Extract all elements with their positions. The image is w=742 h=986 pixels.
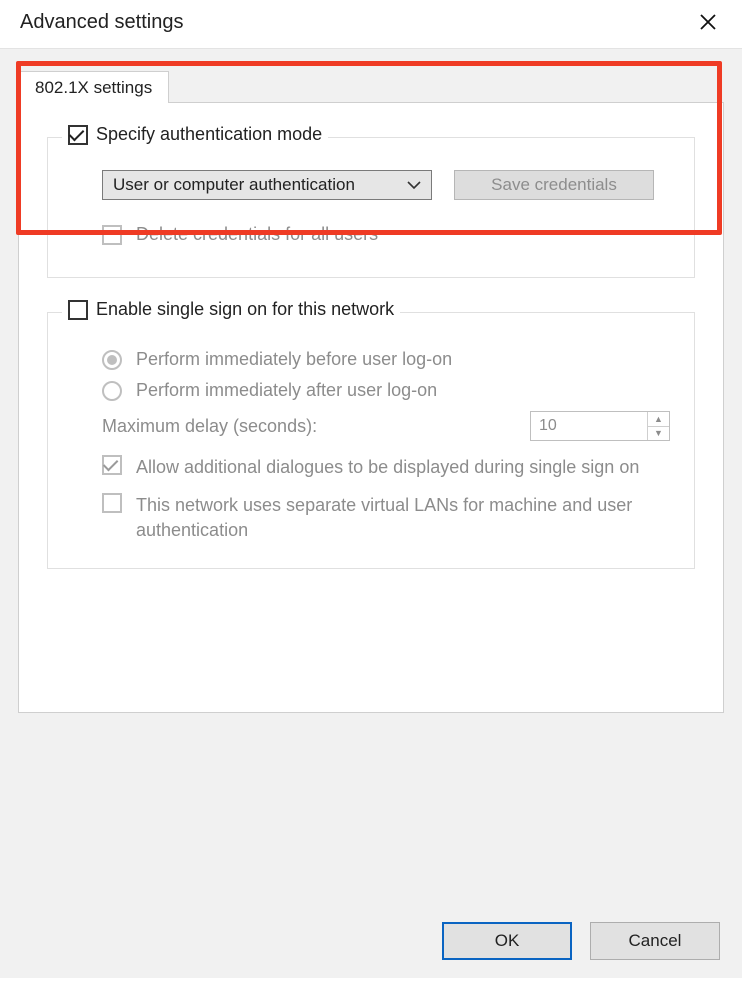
chevron-down-icon	[407, 180, 421, 190]
sso-vlan-label: This network uses separate virtual LANs …	[136, 493, 670, 542]
sso-before-row: Perform immediately before user log-on	[72, 349, 670, 370]
sso-after-radio[interactable]	[102, 381, 122, 401]
enable-sso-checkbox[interactable]	[68, 300, 88, 320]
spinner-up-icon[interactable]: ▲	[648, 412, 669, 427]
sso-delay-label: Maximum delay (seconds):	[102, 416, 317, 437]
sso-allow-dialogs-row: Allow additional dialogues to be display…	[72, 455, 670, 479]
title-bar: Advanced settings	[0, 0, 742, 48]
sso-group: Enable single sign on for this network P…	[47, 312, 695, 569]
ok-label: OK	[495, 931, 520, 951]
sso-legend: Enable single sign on for this network	[62, 299, 400, 320]
dialog-footer: OK Cancel	[442, 922, 720, 960]
specify-auth-mode-checkbox[interactable]	[68, 125, 88, 145]
enable-sso-label: Enable single sign on for this network	[96, 299, 394, 320]
auth-mode-group: Specify authentication mode User or comp…	[47, 137, 695, 278]
close-icon	[699, 13, 717, 31]
spinner-down-icon[interactable]: ▼	[648, 427, 669, 441]
auth-mode-legend: Specify authentication mode	[62, 124, 328, 145]
cancel-label: Cancel	[629, 931, 682, 951]
spinner-buttons: ▲ ▼	[647, 412, 669, 440]
auth-mode-row: User or computer authentication Save cre…	[72, 170, 670, 200]
delete-credentials-checkbox[interactable]	[102, 225, 122, 245]
sso-delay-row: Maximum delay (seconds): 10 ▲ ▼	[72, 411, 670, 441]
save-credentials-label: Save credentials	[491, 175, 617, 195]
auth-mode-combo[interactable]: User or computer authentication	[102, 170, 432, 200]
close-button[interactable]	[688, 6, 728, 38]
sso-allow-dialogs-label: Allow additional dialogues to be display…	[136, 455, 639, 479]
save-credentials-button[interactable]: Save credentials	[454, 170, 654, 200]
client-area: 802.1X settings Specify authentication m…	[0, 48, 742, 978]
delete-credentials-label: Delete credentials for all users	[136, 224, 378, 245]
specify-auth-mode-label: Specify authentication mode	[96, 124, 322, 145]
tab-8021x[interactable]: 802.1X settings	[18, 71, 169, 104]
sso-after-label: Perform immediately after user log-on	[136, 380, 437, 401]
sso-delay-value: 10	[531, 412, 647, 440]
sso-before-radio[interactable]	[102, 350, 122, 370]
tab-page: Specify authentication mode User or comp…	[18, 103, 724, 713]
auth-mode-value: User or computer authentication	[113, 175, 355, 195]
cancel-button[interactable]: Cancel	[590, 922, 720, 960]
sso-allow-dialogs-checkbox[interactable]	[102, 455, 122, 475]
sso-delay-spinner[interactable]: 10 ▲ ▼	[530, 411, 670, 441]
delete-credentials-row: Delete credentials for all users	[72, 224, 670, 245]
advanced-settings-dialog: Advanced settings 802.1X settings Specif…	[0, 0, 742, 986]
dialog-title: Advanced settings	[20, 11, 183, 34]
ok-button[interactable]: OK	[442, 922, 572, 960]
tab-strip: 802.1X settings	[18, 67, 724, 103]
sso-vlan-row: This network uses separate virtual LANs …	[72, 493, 670, 542]
tab-label: 802.1X settings	[35, 78, 152, 97]
sso-vlan-checkbox[interactable]	[102, 493, 122, 513]
sso-after-row: Perform immediately after user log-on	[72, 380, 670, 401]
sso-before-label: Perform immediately before user log-on	[136, 349, 452, 370]
